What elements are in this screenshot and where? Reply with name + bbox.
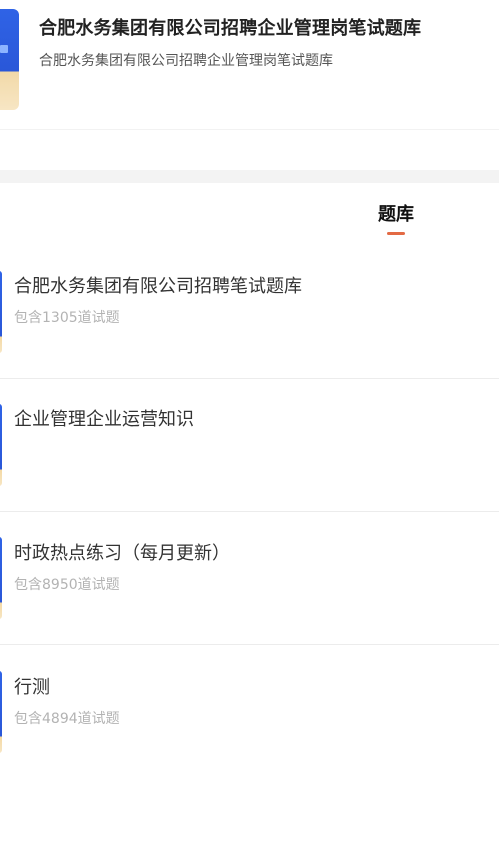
item-title: 企业管理企业运营知识 <box>14 409 194 430</box>
item-question-count: 包含8950道试题 <box>14 577 120 593</box>
item-title: 行测 <box>14 677 50 698</box>
section-gap <box>0 170 499 183</box>
tab-question-bank[interactable]: 题库 <box>368 200 424 226</box>
item-cover-image <box>0 671 2 753</box>
item-divider <box>0 644 499 645</box>
course-cover-image <box>0 9 19 110</box>
course-title: 合肥水务集团有限公司招聘企业管理岗笔试题库 <box>39 18 422 39</box>
header-divider <box>0 129 499 130</box>
course-header: 合肥水务集团有限公司招聘企业管理岗笔试题库 合肥水务集团有限公司招聘企业管理岗笔… <box>0 0 499 130</box>
question-bank-item[interactable]: 时政热点练习（每月更新） 包含8950道试题 <box>0 512 499 645</box>
item-title: 合肥水务集团有限公司招聘笔试题库 <box>14 276 302 297</box>
course-subtitle: 合肥水务集团有限公司招聘企业管理岗笔试题库 <box>39 53 333 69</box>
item-cover-image <box>0 271 2 353</box>
item-cover-image <box>0 404 2 486</box>
item-question-count: 包含4894道试题 <box>14 711 120 727</box>
tab-active-indicator <box>387 232 405 235</box>
page: 合肥水务集团有限公司招聘企业管理岗笔试题库 合肥水务集团有限公司招聘企业管理岗笔… <box>0 0 499 865</box>
question-bank-item[interactable]: 合肥水务集团有限公司招聘笔试题库 包含1305道试题 <box>0 246 499 379</box>
cover-icon <box>0 45 8 53</box>
item-cover-image <box>0 537 2 619</box>
item-question-count: 包含1305道试题 <box>14 310 120 326</box>
question-bank-item[interactable]: 企业管理企业运营知识 <box>0 379 499 512</box>
question-bank-item[interactable]: 行测 包含4894道试题 <box>0 646 499 779</box>
item-title: 时政热点练习（每月更新） <box>14 543 230 564</box>
